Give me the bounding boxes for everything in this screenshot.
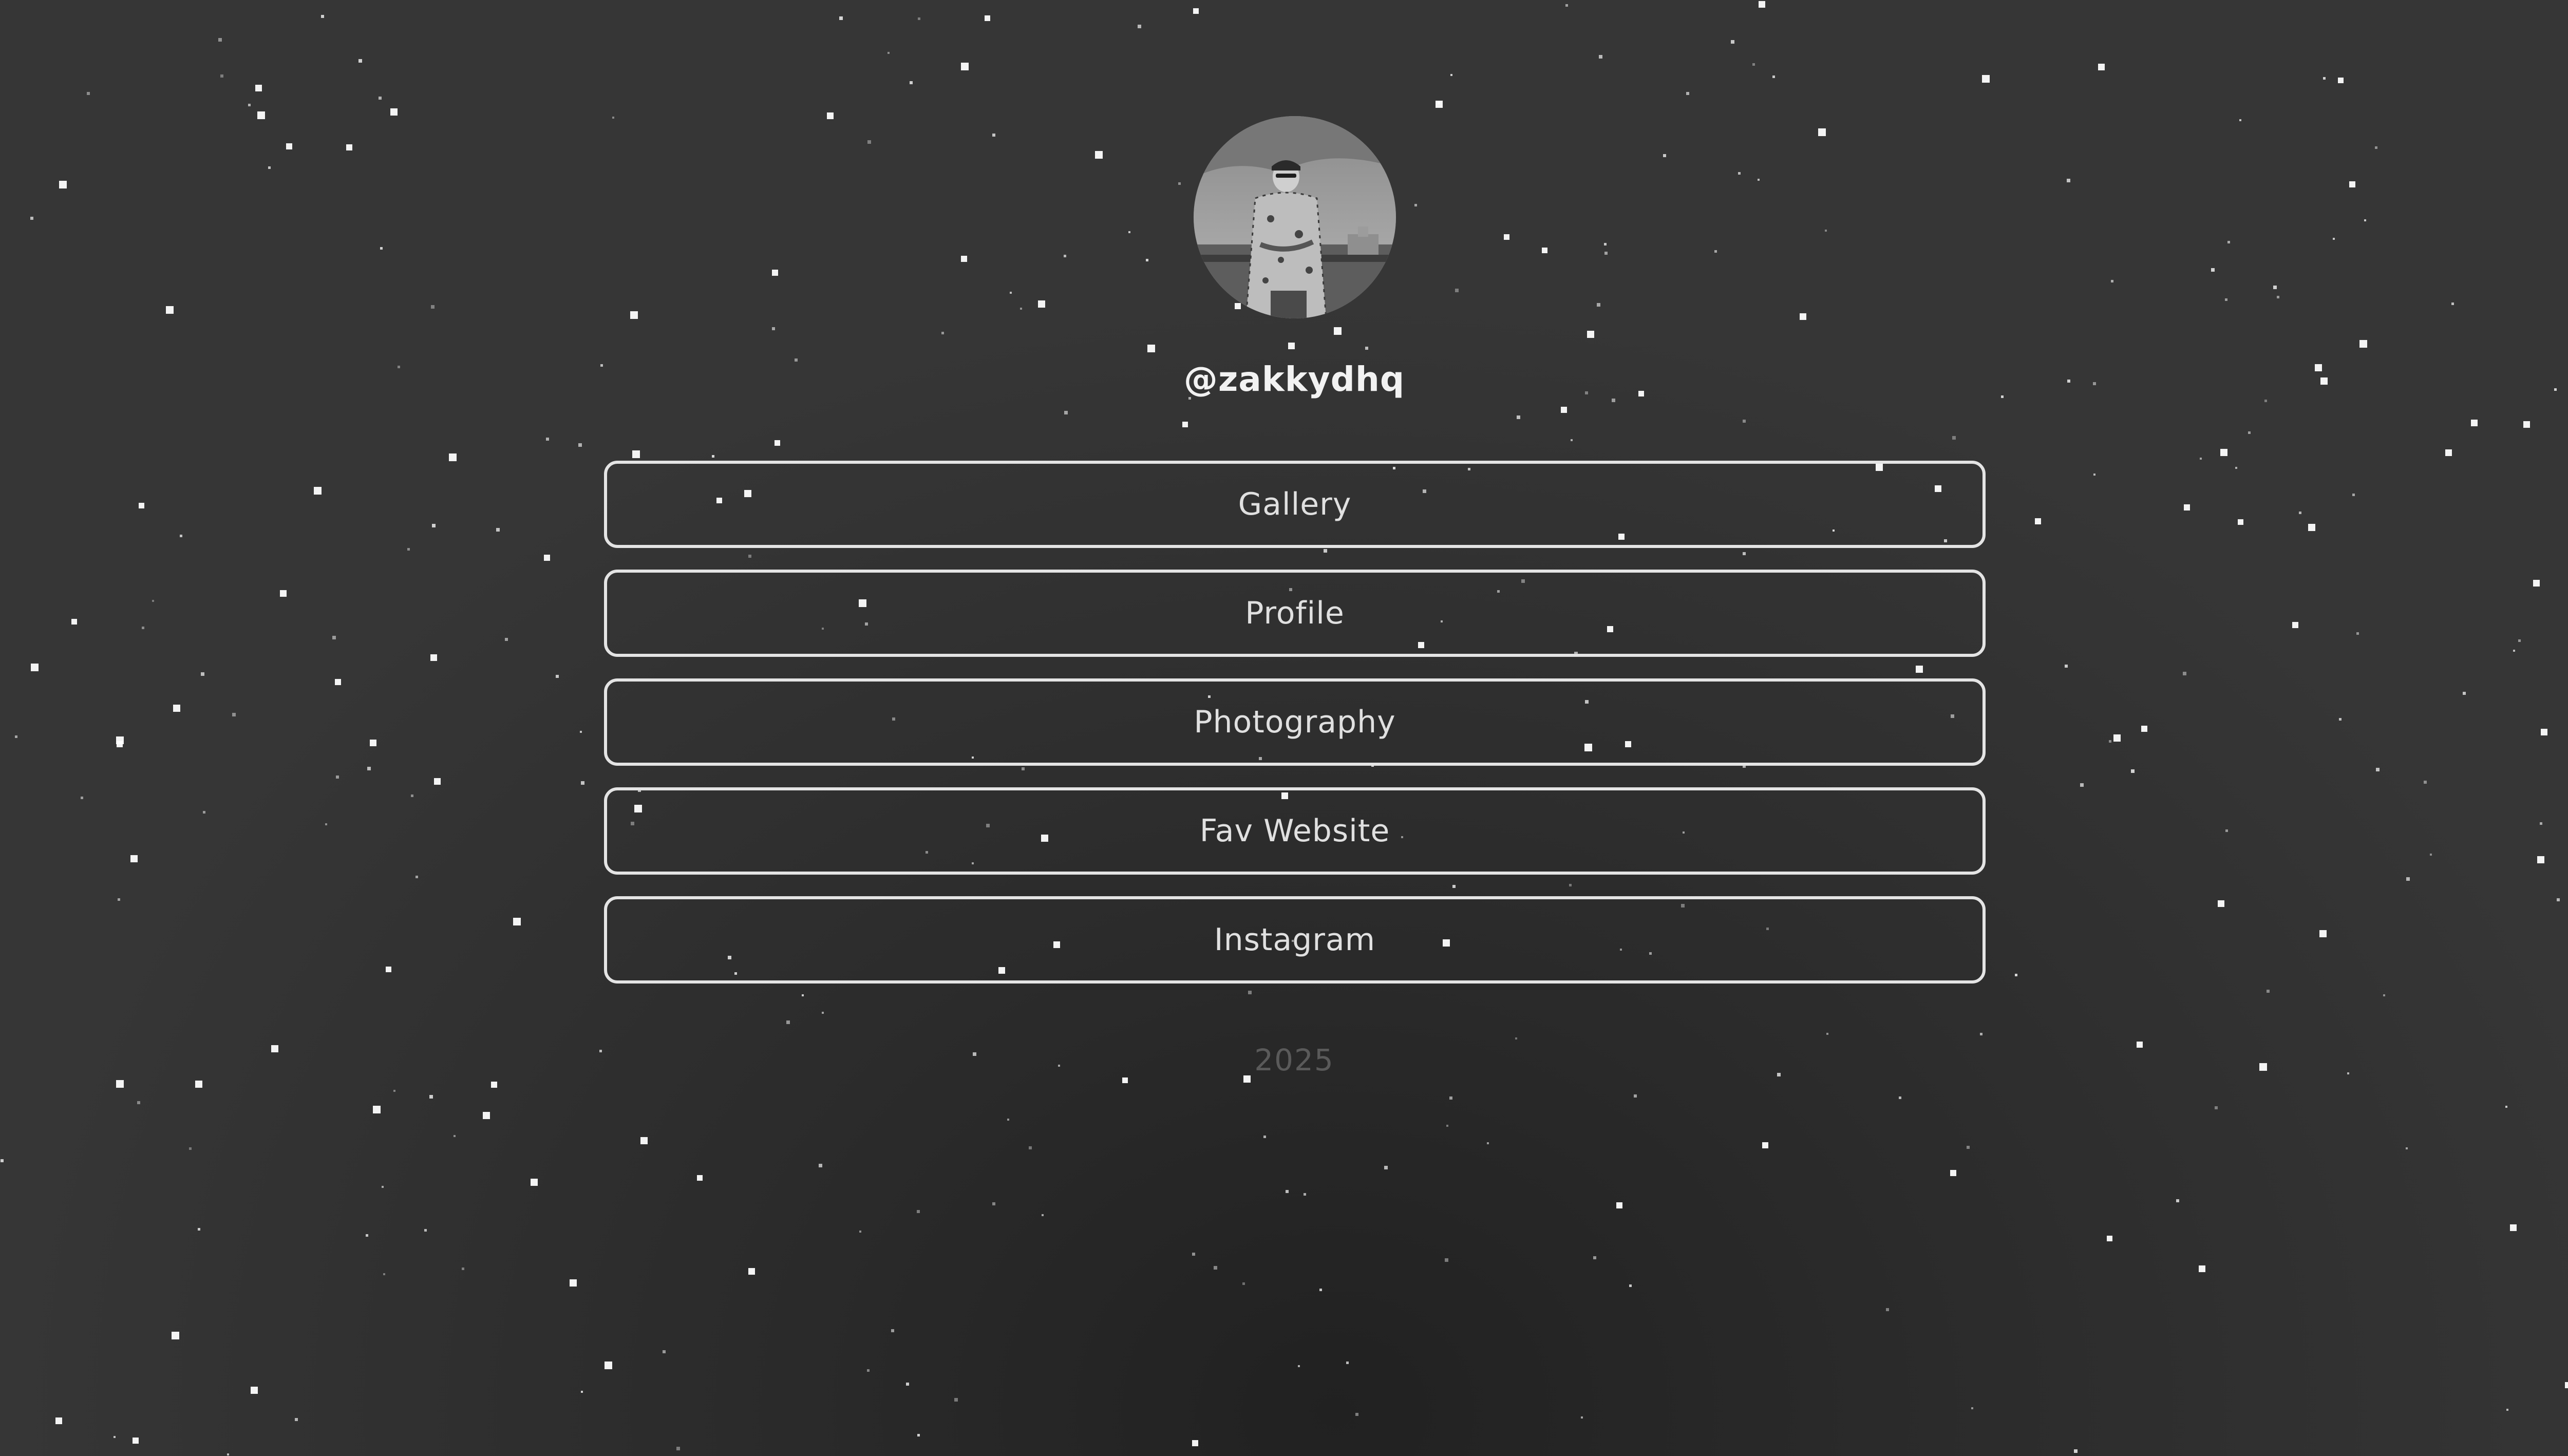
- fav-website-link-button[interactable]: Fav Website: [604, 787, 1986, 875]
- instagram-link-button[interactable]: Instagram: [604, 896, 1986, 984]
- gallery-link-button[interactable]: Gallery: [604, 461, 1986, 548]
- link-page: @zakkydhq Gallery Profile Photography Fa…: [0, 0, 2568, 1456]
- footer-year: 2025: [1254, 1043, 1334, 1077]
- avatar-photo: [1194, 116, 1396, 318]
- profile-link-button[interactable]: Profile: [604, 570, 1986, 657]
- link-list: Gallery Profile Photography Fav Website …: [604, 461, 1986, 1005]
- photography-link-button[interactable]: Photography: [604, 678, 1986, 766]
- username: @zakkydhq: [1183, 360, 1405, 399]
- avatar: [1194, 116, 1396, 318]
